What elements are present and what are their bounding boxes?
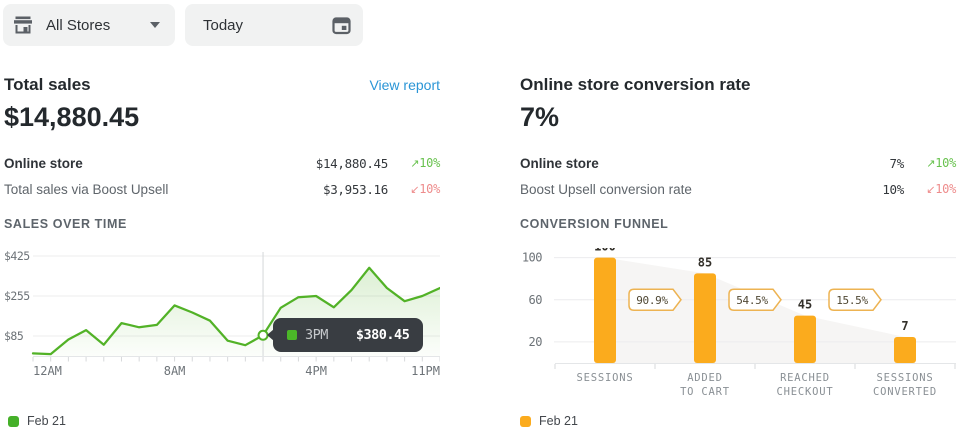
metric-delta: ↗10% xyxy=(904,156,956,170)
metric-label: Online store xyxy=(520,156,599,171)
y-axis-label: 20 xyxy=(529,335,543,349)
category-label: ADDED xyxy=(687,372,723,384)
x-axis-label: 12AM xyxy=(33,364,62,378)
metric-row: Total sales via Boost Upsell $3,953.16 ↙… xyxy=(4,176,440,202)
metric-row: Boost Upsell conversion rate 10% ↙10% xyxy=(520,176,956,202)
y-axis-label: $425 xyxy=(4,249,30,263)
topbar: All Stores Today xyxy=(0,0,960,56)
category-label: SESSIONS xyxy=(577,372,634,384)
chevron-down-icon xyxy=(150,22,160,28)
store-selector[interactable]: All Stores xyxy=(3,4,175,46)
funnel-bar[interactable] xyxy=(694,273,716,363)
bar-value-label: 7 xyxy=(901,319,908,333)
x-axis-label: 8AM xyxy=(164,364,186,378)
date-selector[interactable]: Today xyxy=(185,4,363,46)
conversion-funnel-chart[interactable]: 100 60 20 100 85 45 7 90.9% 54.5% 15.5% SESSIONS AD… xyxy=(520,248,956,410)
funnel-bar[interactable] xyxy=(794,316,816,363)
conversion-rate-value: 7% xyxy=(520,102,559,133)
calendar-icon xyxy=(332,16,351,35)
trend-up-icon: ↗ xyxy=(926,157,935,170)
total-sales-breakdown: Online store $14,880.45 ↗10% Total sales… xyxy=(4,150,440,202)
y-axis-label: 100 xyxy=(522,251,542,265)
x-axis-label: 11PM xyxy=(411,364,440,378)
metric-delta: ↙10% xyxy=(904,182,956,196)
metric-row: Online store 7% ↗10% xyxy=(520,150,956,176)
tooltip-time: 3PM xyxy=(305,327,328,343)
tooltip-series-swatch xyxy=(287,330,297,340)
conversion-rate-title: Online store conversion rate xyxy=(520,75,751,95)
category-label: CONVERTED xyxy=(873,386,937,398)
sales-over-time-chart[interactable]: 3PM $380.45 $425 $255 $85 12AM 8AM 4PM 11PM xyxy=(4,248,440,410)
conversion-rate-label: 54.5% xyxy=(736,294,768,307)
funnel-legend: Feb 21 xyxy=(520,414,578,428)
y-axis-label: $85 xyxy=(4,329,23,343)
conversion-rate-panel: Online store conversion rate 7% Online s… xyxy=(520,70,956,430)
y-axis-label: $255 xyxy=(4,289,30,303)
sales-legend: Feb 21 xyxy=(4,414,66,428)
total-sales-panel: Total sales View report $14,880.45 Onlin… xyxy=(4,70,440,430)
y-axis-label: 60 xyxy=(529,293,543,307)
conversion-breakdown: Online store 7% ↗10% Boost Upsell conver… xyxy=(520,150,956,202)
conversion-rate-label: 15.5% xyxy=(836,294,868,307)
trend-up-icon: ↗ xyxy=(410,157,419,170)
x-axis-label: 4PM xyxy=(305,364,327,378)
metric-label: Boost Upsell conversion rate xyxy=(520,182,692,197)
funnel-bar[interactable] xyxy=(894,337,916,363)
chart-tooltip: 3PM $380.45 xyxy=(273,318,423,352)
legend-label: Feb 21 xyxy=(27,414,66,428)
category-label: SESSIONS xyxy=(877,372,934,384)
date-selector-label: Today xyxy=(203,17,243,34)
sales-over-time-heading: SALES OVER TIME xyxy=(4,217,127,231)
metric-label: Total sales via Boost Upsell xyxy=(4,182,168,197)
view-report-link[interactable]: View report xyxy=(369,77,440,93)
funnel-bar[interactable] xyxy=(594,258,616,363)
bar-value-label: 45 xyxy=(798,298,812,312)
legend-label: Feb 21 xyxy=(539,414,578,428)
analytics-dashboard: All Stores Today Total sales View report… xyxy=(0,0,960,431)
store-icon xyxy=(13,16,33,34)
metric-label: Online store xyxy=(4,156,83,171)
metric-value: 10% xyxy=(882,182,904,197)
legend-swatch xyxy=(520,416,531,427)
total-sales-title: Total sales xyxy=(4,75,91,95)
category-label: TO CART xyxy=(680,386,730,398)
category-label: REACHED xyxy=(780,372,830,384)
metric-delta: ↙10% xyxy=(388,182,440,196)
metric-row: Online store $14,880.45 ↗10% xyxy=(4,150,440,176)
legend-swatch xyxy=(8,416,19,427)
trend-down-icon: ↙ xyxy=(926,183,935,196)
store-selector-label: All Stores xyxy=(46,17,110,34)
trend-down-icon: ↙ xyxy=(410,183,419,196)
category-label: CHECKOUT xyxy=(777,386,834,398)
total-sales-value: $14,880.45 xyxy=(4,102,139,133)
bar-value-label: 100 xyxy=(594,248,616,254)
tooltip-value: $380.45 xyxy=(356,327,409,343)
metric-value: 7% xyxy=(890,156,904,171)
funnel-svg: 100 60 20 100 85 45 7 90.9% 54.5% 15.5% SESSIONS AD… xyxy=(520,248,956,408)
metric-value: $14,880.45 xyxy=(316,156,388,171)
conversion-rate-label: 90.9% xyxy=(636,294,668,307)
metric-value: $3,953.16 xyxy=(323,182,388,197)
conversion-funnel-heading: CONVERSION FUNNEL xyxy=(520,217,668,231)
bar-value-label: 85 xyxy=(698,255,712,269)
metric-delta: ↗10% xyxy=(388,156,440,170)
